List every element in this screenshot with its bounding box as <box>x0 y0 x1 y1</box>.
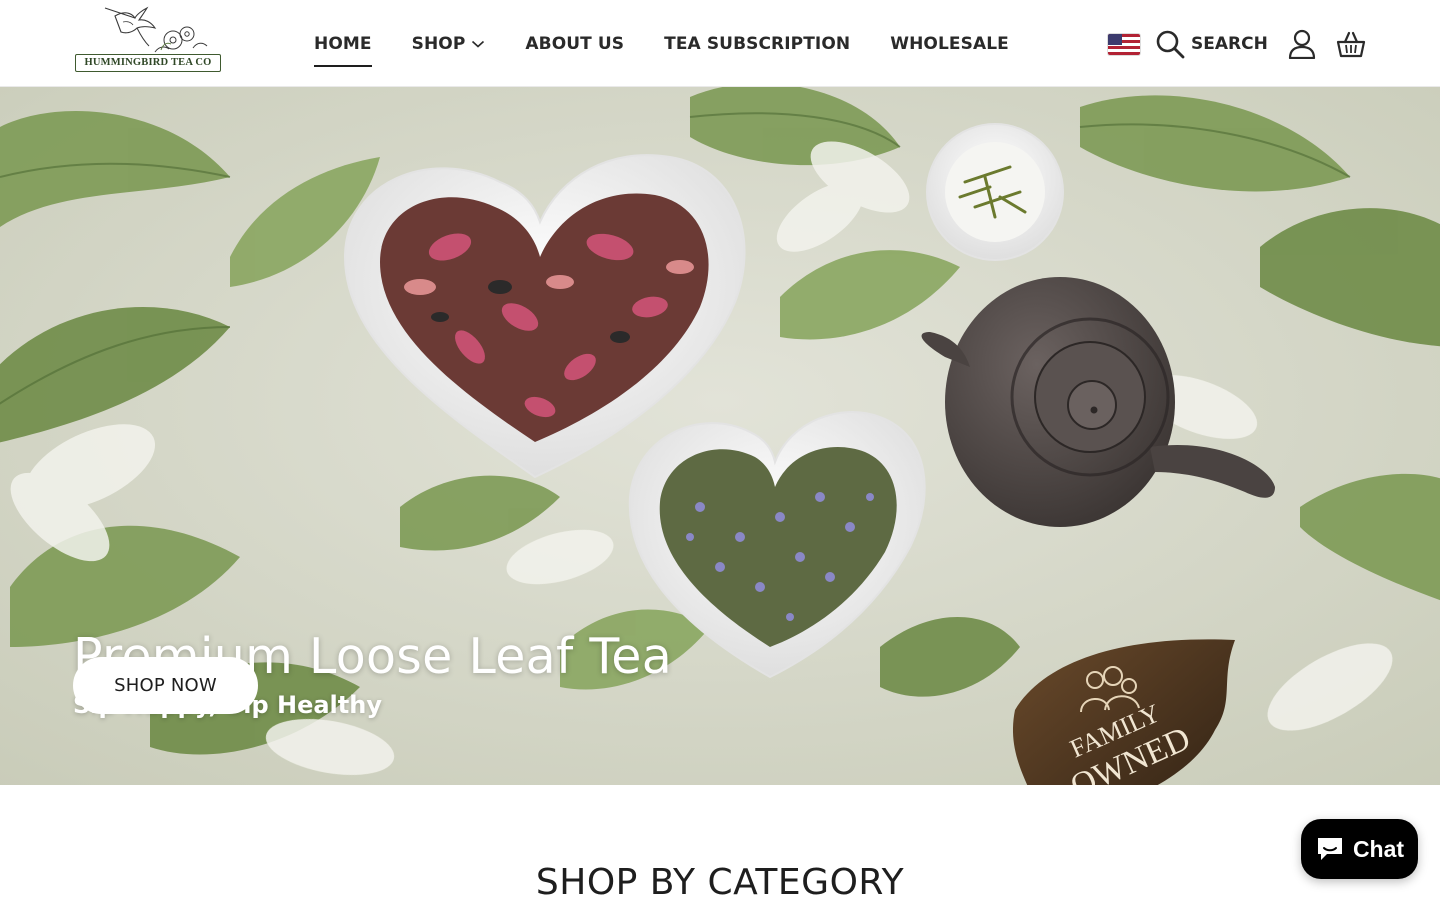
nav-home-label: HOME <box>314 33 372 54</box>
cart-button[interactable] <box>1336 30 1366 58</box>
nav-home[interactable]: HOME <box>314 33 372 67</box>
shop-by-category-heading: SHOP BY CATEGORY <box>535 862 905 900</box>
chevron-down-icon <box>472 40 485 48</box>
us-flag-icon[interactable] <box>1108 33 1140 55</box>
chat-bubble-icon <box>1317 838 1342 860</box>
chat-label: Chat <box>1352 835 1405 862</box>
nav-tea-subscription-label: TEA SUBSCRIPTION <box>664 33 851 54</box>
nav-about-us-label: ABOUT US <box>525 33 625 54</box>
header-actions: SEARCH <box>1108 26 1366 62</box>
hummingbird-logo-icon <box>104 6 208 53</box>
brand-name: HUMMINGBIRD TEA CO <box>75 54 221 72</box>
search-label: SEARCH <box>1191 34 1268 54</box>
user-icon <box>1288 29 1315 59</box>
nav-wholesale[interactable]: WHOLESALE <box>890 34 1009 54</box>
chat-button[interactable]: Chat <box>1301 819 1418 879</box>
family-owned-badge: FAMILY OWNED <box>1013 639 1235 785</box>
nav-wholesale-label: WHOLESALE <box>890 33 1009 54</box>
brand-logo[interactable]: HUMMINGBIRD TEA CO <box>75 2 221 72</box>
nav-shop[interactable]: SHOP <box>412 34 486 54</box>
nav-tea-subscription[interactable]: TEA SUBSCRIPTION <box>664 34 850 54</box>
site-header: HUMMINGBIRD TEA CO HOME SHOP ABOUT US TE… <box>0 0 1440 87</box>
basket-icon <box>1336 31 1365 58</box>
nav-about-us[interactable]: ABOUT US <box>525 34 624 54</box>
account-button[interactable] <box>1288 29 1316 59</box>
shop-now-button[interactable]: SHOP NOW <box>73 657 258 714</box>
search-icon <box>1156 30 1185 59</box>
main-nav: HOME SHOP ABOUT US TEA SUBSCRIPTION WHOL… <box>314 0 1009 87</box>
nav-shop-label: SHOP <box>411 33 466 54</box>
search-button[interactable]: SEARCH <box>1155 29 1268 59</box>
